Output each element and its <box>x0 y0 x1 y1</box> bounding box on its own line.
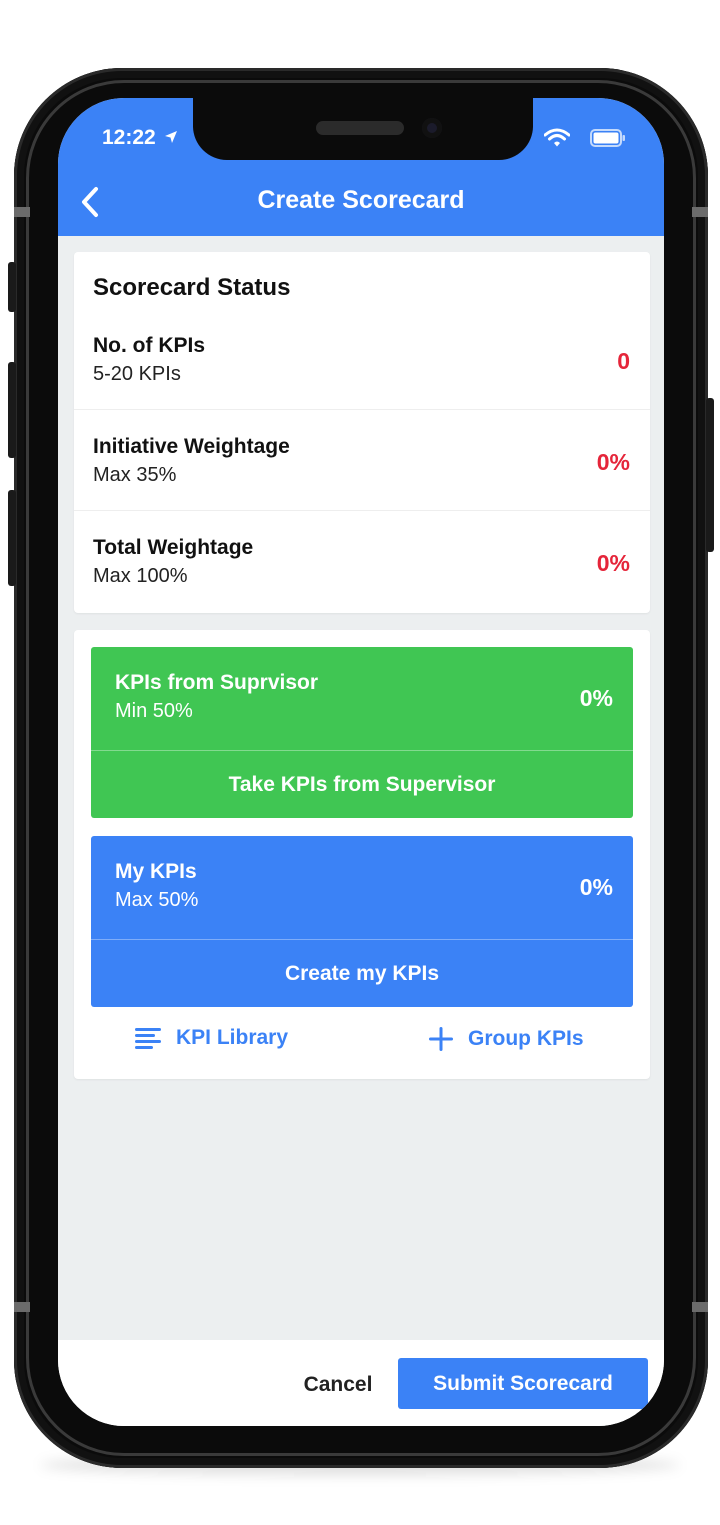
create-my-kpis-button[interactable]: Create my KPIs <box>91 940 633 1007</box>
app-header: 12:22 Create Scorecard <box>58 98 664 236</box>
front-camera <box>422 118 442 138</box>
kpi-sources-card: KPIs from Suprvisor Min 50% 0% Take KPIs… <box>74 630 650 1079</box>
panel-title: KPIs from Suprvisor <box>115 671 319 694</box>
status-row-total-weightage: Total Weightage Max 100% 0% <box>74 536 650 637</box>
battery-icon <box>590 129 625 147</box>
panel-percent: 0% <box>579 874 613 900</box>
panel-title: My KPIs <box>115 860 197 883</box>
status-row-sub: Max 35% <box>93 464 177 486</box>
power-button <box>706 398 714 552</box>
speaker-grille <box>316 121 404 135</box>
divider <box>74 409 650 410</box>
volume-down-button <box>8 490 16 586</box>
status-row-value: 0% <box>596 449 630 475</box>
app-screen: 12:22 Create Scorecard Scorecard Status <box>58 98 664 1426</box>
status-row-kpi-count: No. of KPIs 5-20 KPIs 0 <box>74 334 650 435</box>
cancel-button[interactable]: Cancel <box>288 1360 388 1410</box>
my-kpis-panel: My KPIs Max 50% 0% Create my KPIs <box>91 836 633 1007</box>
location-arrow-icon <box>165 131 177 143</box>
antenna-band <box>692 1302 708 1312</box>
volume-up-button <box>8 362 16 458</box>
status-row-sub: 5-20 KPIs <box>93 363 181 385</box>
action-footer: Cancel Submit Scorecard <box>58 1340 664 1426</box>
panel-percent: 0% <box>579 685 613 711</box>
kpi-library-label: KPI Library <box>176 1026 289 1049</box>
list-icon <box>135 1028 161 1049</box>
antenna-band <box>692 207 708 217</box>
wifi-icon <box>544 128 570 147</box>
card-title: Scorecard Status <box>93 274 291 301</box>
panel-subtitle: Max 50% <box>115 889 199 911</box>
panel-subtitle: Min 50% <box>115 700 193 722</box>
status-row-sub: Max 100% <box>93 565 188 587</box>
status-row-label: Total Weightage <box>93 536 254 559</box>
status-row-initiative-weightage: Initiative Weightage Max 35% 0% <box>74 435 650 536</box>
submit-scorecard-button[interactable]: Submit Scorecard <box>398 1358 648 1409</box>
antenna-band <box>14 1302 30 1312</box>
scorecard-status-card: Scorecard Status No. of KPIs 5-20 KPIs 0… <box>74 252 650 613</box>
status-time: 12:22 <box>102 126 156 149</box>
antenna-band <box>14 207 30 217</box>
status-row-label: Initiative Weightage <box>93 435 290 458</box>
supervisor-kpis-panel: KPIs from Suprvisor Min 50% 0% Take KPIs… <box>91 647 633 818</box>
plus-icon <box>429 1027 453 1051</box>
notch <box>193 98 533 160</box>
status-row-value: 0% <box>596 550 630 576</box>
mute-switch <box>8 262 16 312</box>
group-kpis-label: Group KPIs <box>468 1027 584 1050</box>
kpi-library-link[interactable]: KPI Library <box>134 1026 288 1050</box>
group-kpis-link[interactable]: Group KPIs <box>428 1026 584 1052</box>
status-row-value: 0 <box>617 348 630 374</box>
divider <box>74 510 650 511</box>
status-row-label: No. of KPIs <box>93 334 206 357</box>
page-title: Create Scorecard <box>257 186 465 214</box>
take-kpis-from-supervisor-button[interactable]: Take KPIs from Supervisor <box>91 751 633 818</box>
